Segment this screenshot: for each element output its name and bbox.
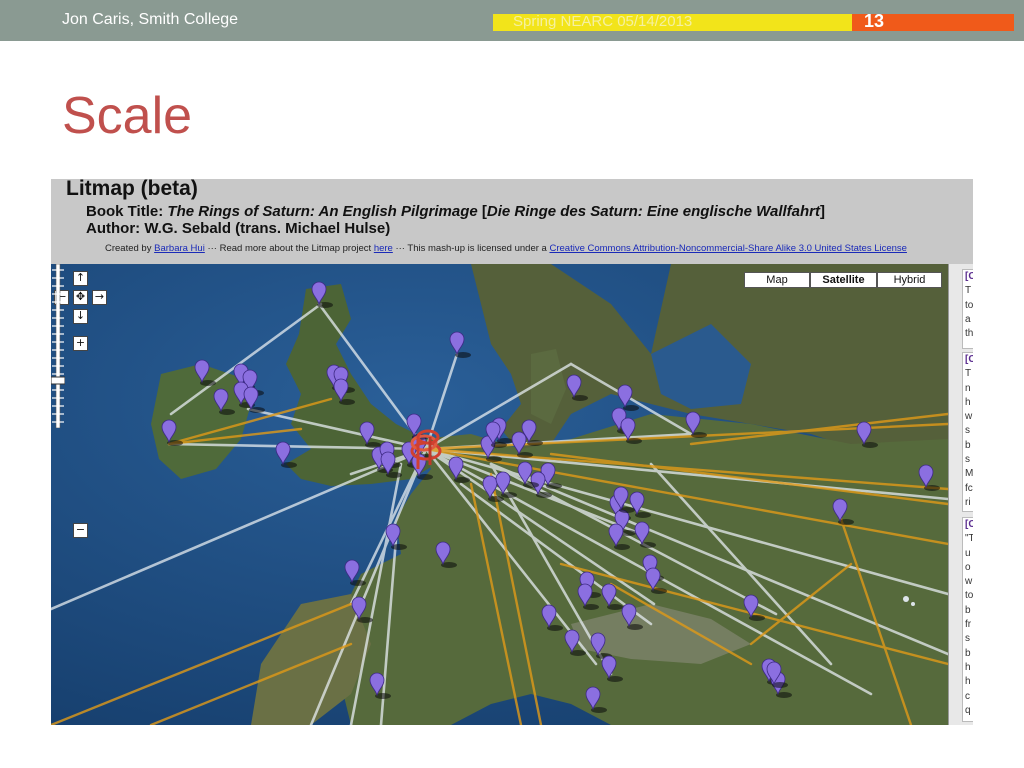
info-card-text: n bbox=[965, 382, 971, 394]
satellite-map[interactable]: Map Satellite Hybrid ↑ ← ✥ → ↓ + − bbox=[51, 264, 948, 725]
info-card-1[interactable]: [C T to a th bbox=[962, 269, 973, 349]
info-sidebar: [C T to a th [C T n h w s b s M fc ri [C… bbox=[948, 264, 973, 725]
zoom-in-button[interactable]: + bbox=[73, 336, 88, 351]
pan-center-button[interactable]: ✥ bbox=[73, 290, 88, 305]
book-original-title: Die Ringe des Saturn: Eine englische Wal… bbox=[486, 203, 821, 220]
info-card-text: fr bbox=[965, 619, 972, 631]
pan-up-button[interactable]: ↑ bbox=[73, 271, 88, 286]
book-author-line: Author: W.G. Sebald (trans. Michael Huls… bbox=[86, 220, 391, 237]
info-card-header: [C bbox=[965, 519, 973, 530]
zoom-out-button[interactable]: − bbox=[73, 523, 88, 538]
info-card-text: fc bbox=[965, 482, 973, 494]
litmap-header: Litmap (beta) Book Title: The Rings of S… bbox=[51, 179, 973, 264]
slide-event-band: Spring NEARC 05/14/2013 bbox=[493, 13, 852, 31]
info-card-text: M bbox=[965, 468, 973, 480]
info-card-text: h bbox=[965, 676, 971, 688]
slide-author: Jon Caris, Smith College bbox=[62, 11, 239, 28]
info-card-text: s bbox=[965, 633, 970, 645]
map-canvas bbox=[51, 264, 948, 725]
slide-page-number: 13 bbox=[864, 11, 885, 31]
book-title-label: Book Title: bbox=[86, 203, 164, 220]
info-card-text: b bbox=[965, 647, 971, 659]
info-card-text: h bbox=[965, 396, 971, 408]
pan-right-button[interactable]: → bbox=[92, 290, 107, 305]
info-card-text: T bbox=[965, 368, 972, 380]
info-card-text: s bbox=[965, 454, 970, 466]
pan-down-button[interactable]: ↓ bbox=[73, 309, 88, 324]
info-card-text: s bbox=[965, 425, 970, 437]
info-card-text: q bbox=[965, 704, 971, 716]
info-card-text: a bbox=[965, 313, 971, 325]
info-card-text: ri bbox=[965, 496, 971, 508]
litmap-title: Litmap (beta) bbox=[66, 179, 198, 200]
info-card-text: w bbox=[965, 576, 973, 588]
info-card-header: [C bbox=[965, 354, 973, 365]
info-card-text: o bbox=[965, 561, 971, 573]
here-link[interactable]: here bbox=[374, 243, 393, 254]
slide-number-band: 13 bbox=[852, 11, 1014, 31]
litmap-screenshot: Litmap (beta) Book Title: The Rings of S… bbox=[51, 179, 973, 725]
info-card-text: to bbox=[965, 299, 973, 311]
info-card-text: b bbox=[965, 604, 971, 616]
info-card-text: c bbox=[965, 690, 970, 702]
info-card-text: w bbox=[965, 411, 973, 423]
slide-title: Scale bbox=[62, 87, 193, 145]
info-card-3[interactable]: [C "T u o w to b fr s b h h c q bbox=[962, 517, 973, 722]
zoom-slider[interactable] bbox=[51, 264, 65, 428]
info-card-text: "T bbox=[965, 533, 973, 545]
book-title: The Rings of Saturn: An English Pilgrima… bbox=[167, 203, 478, 220]
info-card-text: th bbox=[965, 328, 973, 340]
info-card-text: u bbox=[965, 547, 971, 559]
book-title-line: Book Title: The Rings of Saturn: An Engl… bbox=[86, 203, 826, 220]
info-card-2[interactable]: [C T n h w s b s M fc ri bbox=[962, 352, 973, 512]
credit-line: Created by Barbara Hui ··· Read more abo… bbox=[105, 243, 907, 254]
info-card-text: h bbox=[965, 661, 971, 673]
slide-header-bar: Jon Caris, Smith College Spring NEARC 05… bbox=[0, 0, 1024, 41]
map-type-hybrid-button[interactable]: Hybrid bbox=[877, 272, 942, 288]
creator-link[interactable]: Barbara Hui bbox=[154, 243, 205, 254]
credit-read-more: ··· Read more about the Litmap project bbox=[207, 243, 372, 254]
info-card-header: [C bbox=[965, 271, 973, 282]
info-card-text: to bbox=[965, 590, 973, 602]
license-link[interactable]: Creative Commons Attribution-Noncommerci… bbox=[549, 243, 906, 254]
info-card-text: T bbox=[965, 285, 972, 297]
map-type-satellite-button[interactable]: Satellite bbox=[810, 272, 877, 288]
credit-license-text: ··· This mash-up is licensed under a bbox=[395, 243, 547, 254]
slide-event: Spring NEARC 05/14/2013 bbox=[513, 13, 693, 30]
info-card-text: b bbox=[965, 439, 971, 451]
map-type-map-button[interactable]: Map bbox=[744, 272, 810, 288]
credit-created-by: Created by bbox=[105, 243, 152, 254]
zoom-slider-handle bbox=[51, 376, 65, 385]
